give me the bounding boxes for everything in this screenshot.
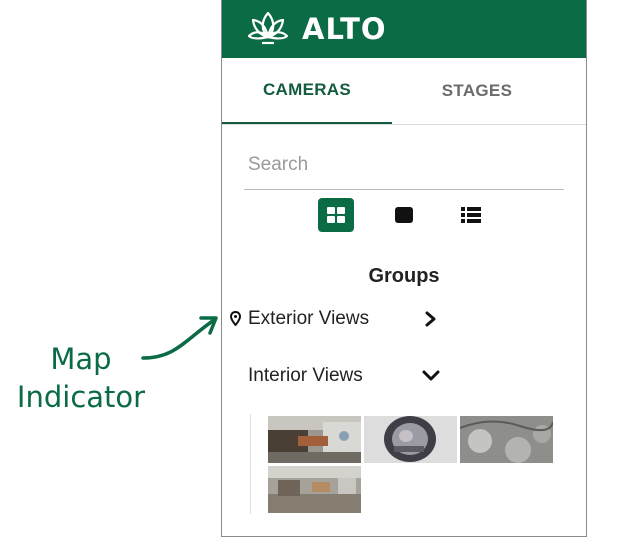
app-header: ALTO [222, 0, 586, 58]
group-interior-views[interactable]: Interior Views [222, 362, 452, 390]
map-pin-icon [230, 311, 241, 326]
grid-view-icon [327, 207, 345, 223]
list-view-button[interactable] [453, 198, 489, 232]
annotation-line-1: Map [50, 342, 112, 376]
camera-thumbnail-3[interactable] [460, 416, 553, 463]
camera-panel: ALTO CAMERAS STAGES Groups [221, 0, 587, 537]
tab-stages[interactable]: STAGES [392, 58, 562, 124]
map-indicator-annotation: Map Indicator [6, 340, 156, 416]
tab-cameras[interactable]: CAMERAS [222, 58, 392, 124]
list-view-icon [461, 207, 481, 223]
group-label: Exterior Views [248, 308, 370, 329]
single-view-icon [395, 207, 413, 223]
group-exterior-views[interactable]: Exterior Views [222, 305, 452, 333]
group-label: Interior Views [248, 365, 363, 386]
camera-thumbnail-1[interactable] [268, 416, 361, 463]
camera-thumbnail-2[interactable] [364, 416, 457, 463]
camera-thumbnail-grid [250, 414, 561, 514]
tab-bar: CAMERAS STAGES [222, 58, 586, 125]
chevron-down-icon [422, 370, 440, 382]
annotation-line-2: Indicator [16, 380, 146, 414]
app-name: ALTO [302, 12, 387, 46]
chevron-right-icon [425, 311, 437, 327]
camera-thumbnail-4[interactable] [268, 466, 361, 513]
groups-heading: Groups [368, 265, 440, 287]
single-view-button[interactable] [386, 198, 422, 232]
grid-view-button[interactable] [318, 198, 354, 232]
lotus-icon [246, 9, 290, 49]
search-input[interactable] [244, 140, 564, 190]
